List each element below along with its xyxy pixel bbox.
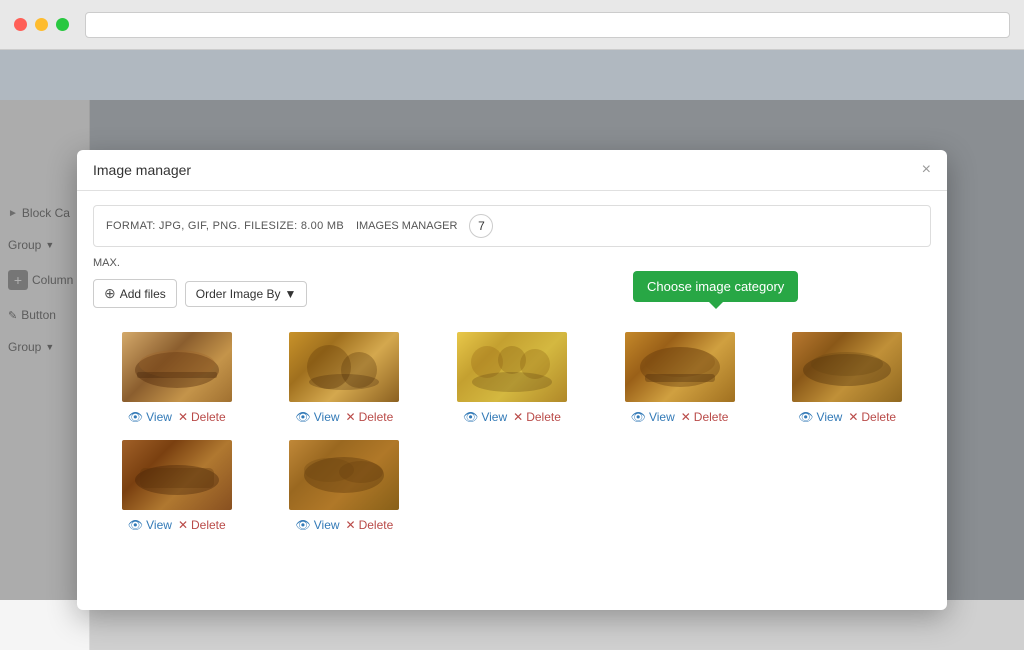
view-label: View: [314, 410, 340, 424]
eye-icon: 👁: [463, 410, 478, 424]
image-item: 👁 View ✕ Delete: [93, 432, 261, 540]
view-link[interactable]: 👁 View: [463, 410, 507, 424]
image-item: 👁 View ✕ Delete: [261, 324, 429, 432]
images-manager-label: IMAGES MANAGER: [356, 220, 457, 232]
traffic-light-red[interactable]: [14, 18, 27, 31]
x-icon: ✕: [178, 410, 188, 424]
eye-icon: 👁: [128, 518, 143, 532]
delete-label: Delete: [526, 410, 561, 424]
delete-label: Delete: [861, 410, 896, 424]
eye-icon: 👁: [631, 410, 646, 424]
format-info-text: FORMAT: JPG, GIF, PNG. FILESIZE: 8.00 MB: [106, 220, 344, 232]
x-icon: ✕: [178, 518, 188, 532]
image-actions: 👁 View ✕ Delete: [463, 410, 561, 424]
view-link[interactable]: 👁 View: [631, 410, 675, 424]
image-thumbnail[interactable]: [122, 332, 232, 402]
modal-header: Image manager ×: [77, 150, 947, 191]
delete-label: Delete: [359, 518, 394, 532]
view-label: View: [314, 518, 340, 532]
eye-icon: 👁: [128, 410, 143, 424]
modal-body: FORMAT: JPG, GIF, PNG. FILESIZE: 8.00 MB…: [77, 191, 947, 554]
delete-label: Delete: [191, 518, 226, 532]
thumbnail-svg: [289, 440, 399, 510]
delete-link[interactable]: ✕ Delete: [346, 518, 394, 532]
thumbnail-svg: [122, 332, 232, 402]
image-actions: 👁 View ✕ Delete: [631, 410, 729, 424]
thumbnail-svg: [792, 332, 902, 402]
view-label: View: [146, 518, 172, 532]
page-background: ► Block Ca Group ▼ + Column ✎ Button Gro…: [0, 50, 1024, 600]
modal-title: Image manager: [93, 162, 191, 178]
view-link[interactable]: 👁 View: [128, 410, 172, 424]
image-item: 👁 View ✕ Delete: [596, 324, 764, 432]
eye-icon: 👁: [296, 518, 311, 532]
delete-link[interactable]: ✕ Delete: [178, 410, 226, 424]
view-link[interactable]: 👁 View: [296, 410, 340, 424]
modal-overlay: Image manager × FORMAT: JPG, GIF, PNG. F…: [0, 100, 1024, 600]
delete-link[interactable]: ✕ Delete: [681, 410, 729, 424]
x-icon: ✕: [681, 410, 691, 424]
image-thumbnail[interactable]: [289, 440, 399, 510]
image-item: 👁 View ✕ Delete: [261, 432, 429, 540]
image-item: 👁 View ✕ Delete: [763, 324, 931, 432]
eye-icon: 👁: [296, 410, 311, 424]
image-actions: 👁 View ✕ Delete: [798, 410, 896, 424]
image-count-badge: 7: [469, 214, 493, 238]
thumbnail-svg: [457, 332, 567, 402]
x-icon: ✕: [346, 518, 356, 532]
view-link[interactable]: 👁 View: [296, 518, 340, 532]
image-thumbnail[interactable]: [289, 332, 399, 402]
dropdown-arrow-icon: ▼: [284, 287, 296, 301]
image-item: 👁 View ✕ Delete: [93, 324, 261, 432]
image-thumbnail[interactable]: [122, 440, 232, 510]
image-actions: 👁 View ✕ Delete: [128, 518, 226, 532]
view-link[interactable]: 👁 View: [798, 410, 842, 424]
order-label: Order Image By: [196, 287, 281, 301]
thumbnail-svg: [122, 440, 232, 510]
delete-label: Delete: [191, 410, 226, 424]
add-files-button[interactable]: ⊕ Add files: [93, 279, 177, 308]
view-label: View: [481, 410, 507, 424]
thumbnail-svg: [625, 332, 735, 402]
choose-image-category-tooltip: Choose image category: [633, 271, 798, 302]
x-icon: ✕: [848, 410, 858, 424]
modal-close-button[interactable]: ×: [922, 162, 931, 178]
thumbnail-svg: [289, 332, 399, 402]
view-label: View: [649, 410, 675, 424]
delete-link[interactable]: ✕ Delete: [513, 410, 561, 424]
image-thumbnail[interactable]: [625, 332, 735, 402]
delete-link[interactable]: ✕ Delete: [848, 410, 896, 424]
delete-label: Delete: [694, 410, 729, 424]
delete-link[interactable]: ✕ Delete: [178, 518, 226, 532]
max-text: MAX.: [93, 257, 931, 269]
x-icon: ✕: [513, 410, 523, 424]
browser-chrome: [0, 0, 1024, 50]
image-item: 👁 View ✕ Delete: [428, 324, 596, 432]
view-label: View: [146, 410, 172, 424]
toolbar: ⊕ Add files Order Image By ▼ Choose imag…: [93, 279, 931, 308]
plus-icon: ⊕: [104, 285, 116, 302]
view-label: View: [817, 410, 843, 424]
info-bar: FORMAT: JPG, GIF, PNG. FILESIZE: 8.00 MB…: [93, 205, 931, 247]
delete-label: Delete: [359, 410, 394, 424]
order-image-by-button[interactable]: Order Image By ▼: [185, 281, 308, 307]
image-actions: 👁 View ✕ Delete: [296, 410, 394, 424]
tooltip-text: Choose image category: [647, 279, 784, 294]
image-grid: 👁 View ✕ Delete: [93, 324, 931, 540]
image-thumbnail[interactable]: [792, 332, 902, 402]
image-manager-modal: Image manager × FORMAT: JPG, GIF, PNG. F…: [77, 150, 947, 610]
view-link[interactable]: 👁 View: [128, 518, 172, 532]
traffic-light-yellow[interactable]: [35, 18, 48, 31]
traffic-light-green[interactable]: [56, 18, 69, 31]
x-icon: ✕: [346, 410, 356, 424]
add-files-label: Add files: [120, 287, 166, 301]
image-thumbnail[interactable]: [457, 332, 567, 402]
image-actions: 👁 View ✕ Delete: [296, 518, 394, 532]
delete-link[interactable]: ✕ Delete: [346, 410, 394, 424]
eye-icon: 👁: [798, 410, 813, 424]
image-actions: 👁 View ✕ Delete: [128, 410, 226, 424]
address-bar[interactable]: [85, 12, 1010, 38]
